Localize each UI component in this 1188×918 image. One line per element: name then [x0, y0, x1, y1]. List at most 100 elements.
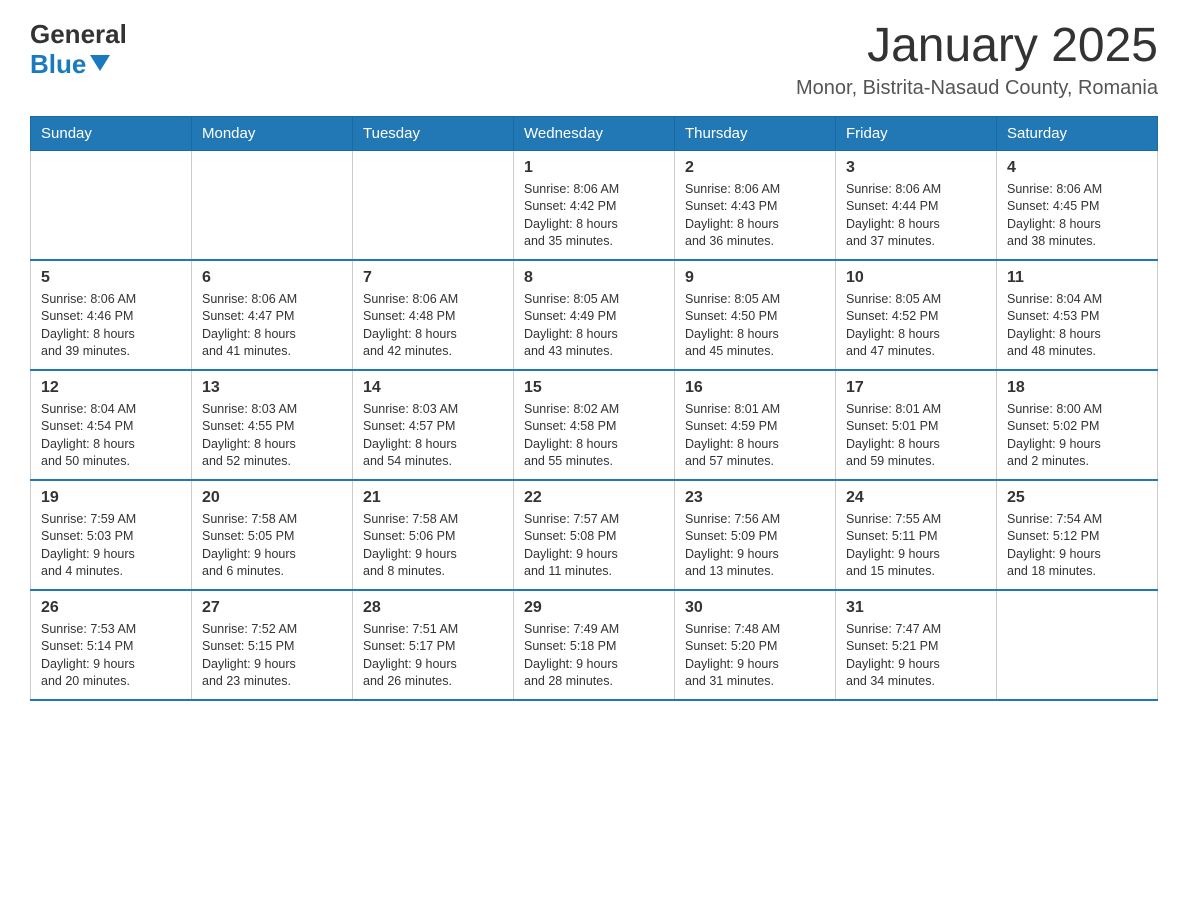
day-number: 10: [846, 269, 986, 287]
calendar-day-cell: [997, 590, 1158, 700]
calendar-week-row: 26 Sunrise: 7:53 AMSunset: 5:14 PMDayligh…: [31, 590, 1158, 700]
day-header-saturday: Saturday: [997, 116, 1158, 150]
calendar-day-cell: 20Sunrise: 7:58 AMSunset: 5:05 PMDayligh…: [192, 480, 353, 590]
day-info: Sunrise: 7:48 AMSunset: 5:20 PMDaylight:…: [685, 621, 825, 691]
day-number: 22: [524, 489, 664, 507]
day-number: 14: [363, 379, 503, 397]
logo-general-text: General: [30, 20, 127, 49]
day-info: Sunrise: 8:05 AMSunset: 4:49 PMDaylight:…: [524, 291, 664, 361]
day-info: Sunrise: 8:06 AMSunset: 4:48 PMDaylight:…: [363, 291, 503, 361]
day-number: 17: [846, 379, 986, 397]
day-info: Sunrise: 8:06 AMSunset: 4:42 PMDaylight:…: [524, 181, 664, 251]
day-number: 30: [685, 599, 825, 617]
day-number: 23: [685, 489, 825, 507]
calendar-week-row: 1 Sunrise: 8:06 AMSunset: 4:42 PMDaylight…: [31, 150, 1158, 260]
day-info: Sunrise: 8:04 AMSunset: 4:54 PMDaylight:…: [41, 401, 181, 471]
calendar-day-cell: 2 Sunrise: 8:06 AMSunset: 4:43 PMDaylight…: [675, 150, 836, 260]
calendar-day-cell: 14 Sunrise: 8:03 AMSunset: 4:57 PMDayligh…: [353, 370, 514, 480]
day-info: Sunrise: 7:59 AMSunset: 5:03 PMDaylight:…: [41, 511, 181, 581]
day-number: 29: [524, 599, 664, 617]
calendar-day-cell: [353, 150, 514, 260]
calendar-day-cell: 19 Sunrise: 7:59 AMSunset: 5:03 PMDayligh…: [31, 480, 192, 590]
calendar-day-cell: 12 Sunrise: 8:04 AMSunset: 4:54 PMDayligh…: [31, 370, 192, 480]
day-number: 7: [363, 269, 503, 287]
day-info: Sunrise: 8:00 AMSunset: 5:02 PMDaylight:…: [1007, 401, 1147, 471]
day-info: Sunrise: 7:52 AMSunset: 5:15 PMDaylight:…: [202, 621, 342, 691]
day-info: Sunrise: 7:47 AMSunset: 5:21 PMDaylight:…: [846, 621, 986, 691]
day-number: 1: [524, 159, 664, 177]
day-info: Sunrise: 8:06 AMSunset: 4:43 PMDaylight:…: [685, 181, 825, 251]
day-info: Sunrise: 8:06 AMSunset: 4:45 PMDaylight:…: [1007, 181, 1147, 251]
calendar-day-cell: 22 Sunrise: 7:57 AMSunset: 5:08 PMDayligh…: [514, 480, 675, 590]
calendar-day-cell: 10 Sunrise: 8:05 AMSunset: 4:52 PMDayligh…: [836, 260, 997, 370]
day-info: Sunrise: 8:02 AMSunset: 4:58 PMDaylight:…: [524, 401, 664, 471]
day-header-wednesday: Wednesday: [514, 116, 675, 150]
calendar-day-cell: 21Sunrise: 7:58 AMSunset: 5:06 PMDayligh…: [353, 480, 514, 590]
day-info: Sunrise: 7:51 AMSunset: 5:17 PMDaylight:…: [363, 621, 503, 691]
day-number: 26: [41, 599, 181, 617]
location-title: Monor, Bistrita-Nasaud County, Romania: [796, 77, 1158, 100]
calendar-day-cell: [31, 150, 192, 260]
day-info: Sunrise: 7:56 AMSunset: 5:09 PMDaylight:…: [685, 511, 825, 581]
logo-blue-text: Blue: [30, 49, 110, 80]
calendar-day-cell: 17 Sunrise: 8:01 AMSunset: 5:01 PMDayligh…: [836, 370, 997, 480]
day-number: 15: [524, 379, 664, 397]
day-header-thursday: Thursday: [675, 116, 836, 150]
title-area: January 2025 Monor, Bistrita-Nasaud Coun…: [796, 20, 1158, 100]
day-info: Sunrise: 8:01 AMSunset: 5:01 PMDaylight:…: [846, 401, 986, 471]
day-info: Sunrise: 8:03 AMSunset: 4:55 PMDaylight:…: [202, 401, 342, 471]
day-number: 8: [524, 269, 664, 287]
day-info: Sunrise: 7:53 AMSunset: 5:14 PMDaylight:…: [41, 621, 181, 691]
day-info: Sunrise: 8:03 AMSunset: 4:57 PMDaylight:…: [363, 401, 503, 471]
day-number: 6: [202, 269, 342, 287]
month-title: January 2025: [796, 20, 1158, 73]
day-number: 24: [846, 489, 986, 507]
calendar-day-cell: 6 Sunrise: 8:06 AMSunset: 4:47 PMDaylight…: [192, 260, 353, 370]
day-info: Sunrise: 7:57 AMSunset: 5:08 PMDaylight:…: [524, 511, 664, 581]
calendar-header-row: SundayMondayTuesdayWednesdayThursdayFrid…: [31, 116, 1158, 150]
day-number: 19: [41, 489, 181, 507]
day-info: Sunrise: 8:01 AMSunset: 4:59 PMDaylight:…: [685, 401, 825, 471]
day-header-monday: Monday: [192, 116, 353, 150]
day-number: 27: [202, 599, 342, 617]
calendar-day-cell: 26 Sunrise: 7:53 AMSunset: 5:14 PMDayligh…: [31, 590, 192, 700]
day-number: 12: [41, 379, 181, 397]
logo-triangle-icon: [90, 55, 110, 71]
calendar-day-cell: 9Sunrise: 8:05 AMSunset: 4:50 PMDaylight…: [675, 260, 836, 370]
logo: General Blue: [30, 20, 127, 80]
day-number: 3: [846, 159, 986, 177]
calendar-day-cell: 15 Sunrise: 8:02 AMSunset: 4:58 PMDayligh…: [514, 370, 675, 480]
calendar-day-cell: 27 Sunrise: 7:52 AMSunset: 5:15 PMDayligh…: [192, 590, 353, 700]
day-info: Sunrise: 8:05 AMSunset: 4:50 PMDaylight:…: [685, 291, 825, 361]
calendar-day-cell: 16Sunrise: 8:01 AMSunset: 4:59 PMDayligh…: [675, 370, 836, 480]
day-number: 31: [846, 599, 986, 617]
calendar-day-cell: 5Sunrise: 8:06 AMSunset: 4:46 PMDaylight…: [31, 260, 192, 370]
calendar-day-cell: 28 Sunrise: 7:51 AMSunset: 5:17 PMDayligh…: [353, 590, 514, 700]
calendar-week-row: 5Sunrise: 8:06 AMSunset: 4:46 PMDaylight…: [31, 260, 1158, 370]
day-number: 2: [685, 159, 825, 177]
day-number: 28: [363, 599, 503, 617]
page-header: General Blue January 2025 Monor, Bistrit…: [30, 20, 1158, 100]
calendar-day-cell: 18Sunrise: 8:00 AMSunset: 5:02 PMDayligh…: [997, 370, 1158, 480]
day-header-sunday: Sunday: [31, 116, 192, 150]
day-number: 5: [41, 269, 181, 287]
calendar-day-cell: 31 Sunrise: 7:47 AMSunset: 5:21 PMDayligh…: [836, 590, 997, 700]
calendar-day-cell: 30 Sunrise: 7:48 AMSunset: 5:20 PMDayligh…: [675, 590, 836, 700]
day-number: 25: [1007, 489, 1147, 507]
calendar-day-cell: 1 Sunrise: 8:06 AMSunset: 4:42 PMDaylight…: [514, 150, 675, 260]
calendar-day-cell: 8 Sunrise: 8:05 AMSunset: 4:49 PMDaylight…: [514, 260, 675, 370]
day-number: 11: [1007, 269, 1147, 287]
day-info: Sunrise: 8:05 AMSunset: 4:52 PMDaylight:…: [846, 291, 986, 361]
day-info: Sunrise: 7:49 AMSunset: 5:18 PMDaylight:…: [524, 621, 664, 691]
day-info: Sunrise: 8:06 AMSunset: 4:47 PMDaylight:…: [202, 291, 342, 361]
calendar-day-cell: 25 Sunrise: 7:54 AMSunset: 5:12 PMDayligh…: [997, 480, 1158, 590]
calendar-week-row: 19 Sunrise: 7:59 AMSunset: 5:03 PMDayligh…: [31, 480, 1158, 590]
day-info: Sunrise: 7:58 AMSunset: 5:06 PMDaylight:…: [363, 511, 503, 581]
day-info: Sunrise: 7:58 AMSunset: 5:05 PMDaylight:…: [202, 511, 342, 581]
calendar-day-cell: 7 Sunrise: 8:06 AMSunset: 4:48 PMDaylight…: [353, 260, 514, 370]
calendar-table: SundayMondayTuesdayWednesdayThursdayFrid…: [30, 116, 1158, 701]
day-info: Sunrise: 8:04 AMSunset: 4:53 PMDaylight:…: [1007, 291, 1147, 361]
day-info: Sunrise: 8:06 AMSunset: 4:44 PMDaylight:…: [846, 181, 986, 251]
day-info: Sunrise: 7:54 AMSunset: 5:12 PMDaylight:…: [1007, 511, 1147, 581]
calendar-week-row: 12 Sunrise: 8:04 AMSunset: 4:54 PMDayligh…: [31, 370, 1158, 480]
